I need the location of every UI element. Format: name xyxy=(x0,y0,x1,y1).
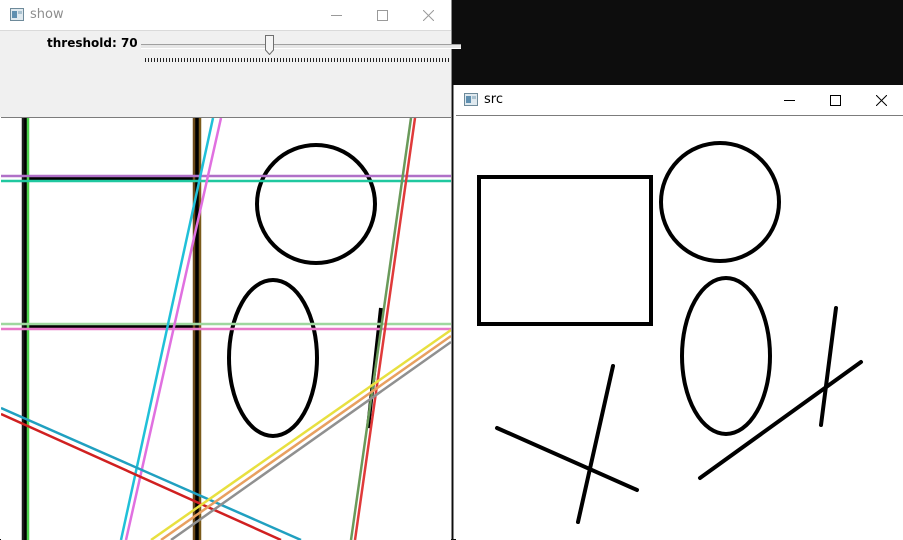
slider-tick-marks xyxy=(145,58,451,62)
hough-lines-image xyxy=(1,118,451,540)
window-title: show xyxy=(30,7,64,22)
ellipse-shape xyxy=(680,276,772,436)
ellipse-shape xyxy=(227,278,319,438)
source-shapes-image xyxy=(477,141,863,524)
maximize-icon xyxy=(830,95,841,106)
window-app-icon xyxy=(10,8,24,21)
trackbar-panel: threshold: 70 xyxy=(0,30,461,117)
rectangle-shape xyxy=(477,175,653,326)
minimize-button[interactable] xyxy=(313,0,359,30)
circle-shape xyxy=(255,143,377,265)
threshold-slider-thumb[interactable] xyxy=(265,35,274,55)
maximize-button[interactable] xyxy=(812,85,858,115)
threshold-slider-track[interactable] xyxy=(141,44,461,49)
cross-line-c xyxy=(698,360,863,480)
threshold-label: threshold: 70 xyxy=(47,36,138,50)
cross-line-d xyxy=(819,306,838,427)
window-app-icon xyxy=(464,93,478,106)
close-icon xyxy=(423,10,434,21)
close-button[interactable] xyxy=(405,0,451,30)
cross-line-a xyxy=(495,426,639,492)
window-title: src xyxy=(484,92,503,107)
show-image-canvas xyxy=(1,117,451,540)
close-button[interactable] xyxy=(858,85,903,115)
maximize-button[interactable] xyxy=(359,0,405,30)
minimize-button[interactable] xyxy=(766,85,812,115)
maximize-icon xyxy=(377,10,388,21)
src-window: src xyxy=(453,85,903,540)
circle-shape xyxy=(659,141,781,263)
show-window: show threshold: 70 xyxy=(0,0,461,540)
src-image-canvas xyxy=(456,115,903,540)
minimize-icon xyxy=(784,100,795,101)
src-titlebar[interactable]: src xyxy=(454,85,903,115)
minimize-icon xyxy=(331,15,342,16)
show-titlebar[interactable]: show xyxy=(0,0,451,30)
cross-line-b xyxy=(576,364,615,524)
close-icon xyxy=(876,95,887,106)
